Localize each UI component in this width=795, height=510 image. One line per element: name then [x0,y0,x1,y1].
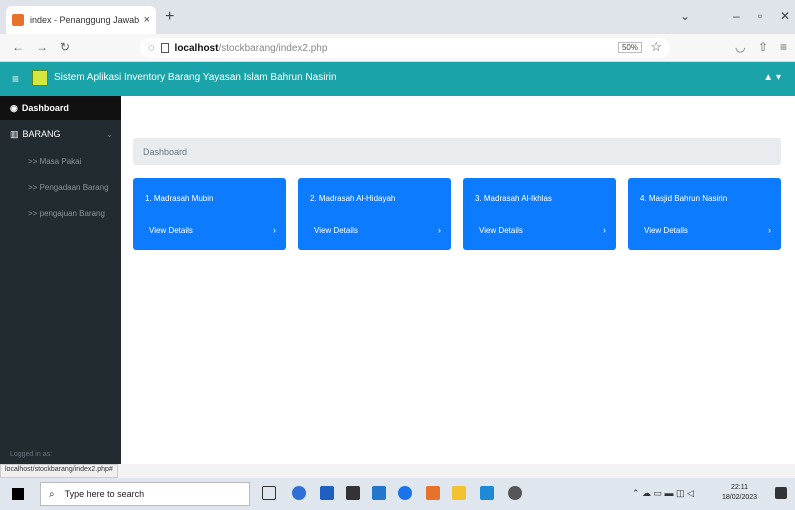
sidebar-item-label: >> Masa Pakai [28,156,82,166]
card-title: 1. Madrasah Mubin [145,194,214,203]
notification-icon[interactable] [775,487,787,499]
search-placeholder: Type here to search [64,489,145,499]
extensions-icon[interactable]: ⇧ [758,40,768,54]
favicon-icon [12,14,24,26]
sidebar-item-label: >> Pengadaan Barang [28,182,109,192]
task-view-icon[interactable] [262,486,276,500]
search-icon: ⌕ [49,488,55,500]
chevron-down-icon: ⌄ [106,129,113,139]
mail-icon[interactable] [372,486,386,500]
bookmark-star-icon[interactable]: ☆ [650,39,662,55]
location-card: 2. Madrasah Al-Hidayah View Details › [298,178,451,250]
new-tab-button[interactable]: + [165,8,174,26]
tab-list-icon[interactable]: ⌄ [680,9,690,23]
forward-icon[interactable]: → [36,40,48,54]
page-icon [160,43,169,53]
close-window-icon[interactable]: ✕ [780,9,790,23]
edge-icon[interactable] [398,486,412,500]
chevron-right-icon[interactable]: › [603,225,606,235]
sticky-notes-icon[interactable] [452,486,466,500]
sidebar-toggle-icon[interactable]: ≡ [12,72,19,86]
vscode-icon[interactable] [480,486,494,500]
windows-start-icon[interactable] [12,488,24,500]
chevron-right-icon[interactable]: › [438,225,441,235]
zoom-level[interactable]: 50% [617,42,642,53]
sidebar-item-pengajuan[interactable]: >> pengajuan Barang [0,200,121,226]
columns-icon: ▥ [10,128,19,139]
view-details-link[interactable]: View Details [149,226,193,235]
taskbar-search[interactable]: ⌕ Type here to search [40,482,250,506]
chrome-icon[interactable] [508,486,522,500]
breadcrumb: Dashboard [133,138,781,165]
explorer-icon[interactable] [346,486,360,500]
xampp-icon[interactable] [426,486,440,500]
sidebar-group-barang[interactable]: ▥ BARANG ⌄ [0,120,121,148]
view-details-link[interactable]: View Details [644,226,688,235]
view-details-link[interactable]: View Details [479,226,523,235]
sidebar: ◉ Dashboard ▥ BARANG ⌄ >> Masa Pakai >> … [0,96,121,464]
card-title: 2. Madrasah Al-Hidayah [310,194,396,203]
sidebar-item-label: >> pengajuan Barang [28,208,105,218]
app-logo [32,70,48,86]
chevron-right-icon[interactable]: › [273,225,276,235]
location-card: 3. Madrasah Al-Ikhlas View Details › [463,178,616,250]
tab-close-button[interactable]: × [144,14,150,26]
sidebar-footer: Logged in as: [10,451,53,458]
address-bar[interactable]: ◌ localhost /stockbarang/index2.php 50% … [140,38,670,58]
dashboard-icon: ◉ [10,102,18,113]
store-icon[interactable] [320,486,334,500]
sidebar-item-dashboard[interactable]: ◉ Dashboard [0,96,121,120]
location-card: 4. Masjid Bahrun Nasirin View Details › [628,178,781,250]
tab-title: index - Penanggung Jawab [30,15,140,25]
browser-tab-strip: index - Penanggung Jawab × + ⌄ – ▫ ✕ [0,0,795,34]
clock-date: 18/02/2023 [722,494,758,501]
card-title: 4. Masjid Bahrun Nasirin [640,194,728,203]
browser-tab[interactable]: index - Penanggung Jawab × [6,6,156,34]
sidebar-item-label: Dashboard [21,103,69,113]
user-menu-icon[interactable]: ▲ ▾ [763,72,781,83]
app-header: ≡ Sistem Aplikasi Inventory Barang Yayas… [0,62,795,96]
card-title: 3. Madrasah Al-Ikhlas [475,194,552,203]
back-icon[interactable]: ← [12,40,24,54]
reload-icon[interactable]: ↻ [60,40,70,54]
app-title: Sistem Aplikasi Inventory Barang Yayasan… [54,72,337,83]
location-card: 1. Madrasah Mubin View Details › [133,178,286,250]
chevron-right-icon[interactable]: › [768,225,771,235]
tray-icons[interactable]: ⌃ ☁ ▭ ▬ ◫ ◁ [632,488,694,499]
menu-icon[interactable]: ≡ [780,40,787,54]
minimize-icon[interactable]: – [733,9,740,23]
breadcrumb-item: Dashboard [143,146,188,157]
browser-toolbar: ← → ↻ ◌ localhost /stockbarang/index2.ph… [0,34,795,62]
shield-icon: ◌ [148,42,155,54]
clock-time: 22:11 [731,484,749,491]
taskbar: ⌕ Type here to search ⌃ ☁ ▭ ▬ ◫ ◁ 22:11 … [0,478,795,510]
sidebar-item-masa-pakai[interactable]: >> Masa Pakai [0,148,121,174]
url-path: /stockbarang/index2.php [218,42,328,54]
sidebar-item-pengadaan[interactable]: >> Pengadaan Barang [0,174,121,200]
url-host: localhost [174,42,219,54]
link-status-bar: localhost/stockbarang/index2.php# [0,464,118,478]
view-details-link[interactable]: View Details [314,226,358,235]
widgets-icon[interactable] [292,486,306,500]
maximize-icon[interactable]: ▫ [758,9,762,23]
taskbar-clock[interactable]: 22:11 18/02/2023 [722,483,757,503]
sidebar-group-label: BARANG [22,129,61,139]
main-content: Dashboard 1. Madrasah Mubin View Details… [121,96,795,464]
pocket-icon[interactable]: ◡ [735,40,745,54]
